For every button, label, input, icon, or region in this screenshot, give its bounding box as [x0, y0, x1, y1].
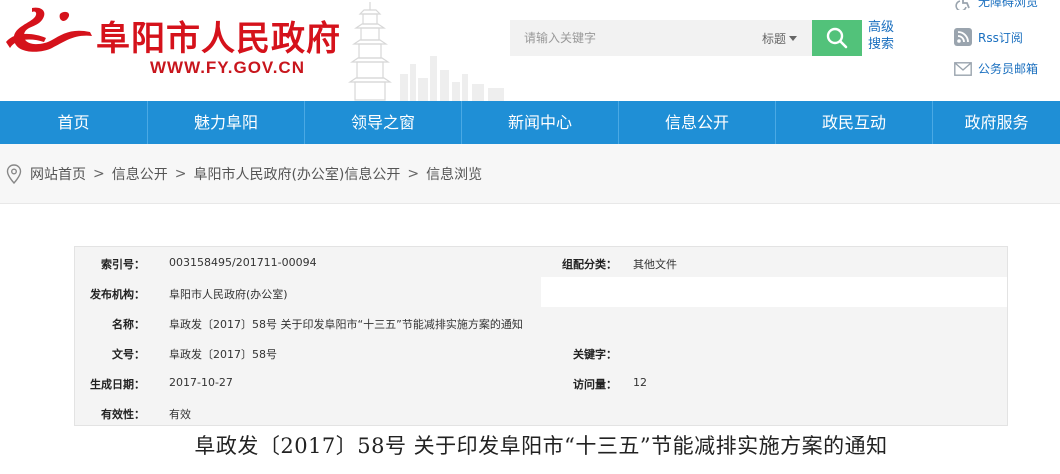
publisher-label: 发布机构： — [90, 288, 145, 301]
info-row-date: 生成日期： 2017-10-27 访问量： 12 — [75, 367, 1007, 397]
main-nav: 首页 魅力阜阳 领导之窗 新闻中心 信息公开 政民互动 政府服务 — [0, 101, 1060, 144]
category-value: 其他文件 — [633, 258, 677, 271]
rss-link[interactable]: Rss订阅 — [954, 28, 1023, 46]
advanced-search-link[interactable]: 高级搜索 — [868, 19, 902, 53]
nav-item-charm-fuyang[interactable]: 魅力阜阳 — [148, 101, 305, 144]
breadcrumb: 网站首页 > 信息公开 > 阜阳市人民政府(办公室)信息公开 > 信息浏览 — [0, 144, 1060, 204]
rss-icon — [954, 28, 972, 46]
breadcrumb-separator: > — [174, 165, 187, 182]
visits-value: 12 — [633, 376, 647, 389]
accessibility-icon — [955, 0, 970, 10]
site-url: WWW.FY.GOV.CN — [150, 58, 305, 77]
chevron-down-icon — [789, 36, 798, 41]
breadcrumb-separator: > — [407, 165, 420, 182]
staff-mail-link[interactable]: 公务员邮箱 — [954, 60, 1038, 77]
logo-emblem-icon — [6, 7, 92, 52]
location-pin-icon — [6, 163, 22, 184]
search-scope-select[interactable]: 标题 — [762, 30, 798, 47]
docno-value: 阜政发〔2017〕58号 — [169, 348, 277, 361]
nav-item-news[interactable]: 新闻中心 — [462, 101, 619, 144]
accessibility-link[interactable]: 无障碍浏览 — [954, 0, 1038, 10]
search-icon — [826, 27, 848, 49]
nav-item-leaders[interactable]: 领导之窗 — [305, 101, 462, 144]
nav-item-gov-services[interactable]: 政府服务 — [933, 101, 1060, 144]
breadcrumb-separator: > — [93, 165, 105, 182]
site-logo[interactable]: 阜阳市人民政府 WWW.FY.GOV.CN — [0, 0, 504, 101]
breadcrumb-home[interactable]: 网站首页 — [30, 164, 86, 184]
search-scope-label: 标题 — [762, 32, 787, 46]
search-input[interactable] — [510, 20, 750, 56]
skyline-illustration — [400, 56, 504, 101]
validity-value: 有效 — [169, 408, 191, 421]
breadcrumb-info-disclosure[interactable]: 信息公开 — [112, 164, 168, 184]
accessibility-label: 无障碍浏览 — [978, 0, 1039, 9]
info-row-name: 名称： 阜政发〔2017〕58号 关于印发阜阳市“十三五”节能减排实施方案的通知 — [75, 307, 1007, 337]
mail-icon — [954, 61, 972, 76]
info-row-publisher: 发布机构： 阜阳市人民政府(办公室) — [75, 277, 1007, 307]
index-label: 索引号： — [101, 258, 145, 271]
docno-label: 文号： — [112, 348, 145, 361]
staff-mail-label: 公务员邮箱 — [978, 62, 1039, 76]
article-title: 阜政发〔2017〕58号 关于印发阜阳市“十三五”节能减排实施方案的通知 — [194, 434, 888, 458]
visits-label: 访问量： — [573, 378, 617, 391]
validity-label: 有效性： — [101, 408, 145, 421]
rss-label: Rss订阅 — [978, 30, 1023, 45]
info-row-validity: 有效性： 有效 — [75, 397, 1007, 427]
category-label: 组配分类： — [562, 258, 617, 271]
date-label: 生成日期： — [90, 378, 145, 391]
info-row-index: 索引号： 003158495/201711-00094 组配分类： 其他文件 — [75, 247, 1007, 277]
search-box: 标题 — [510, 20, 812, 56]
site-header: 阜阳市人民政府 WWW.FY.GOV.CN 请输入关键字 标题 高级搜索 无障碍… — [0, 0, 1060, 101]
site-name: 阜阳市人民政府 — [96, 19, 341, 59]
search-button[interactable] — [812, 20, 862, 56]
pagoda-illustration — [348, 2, 392, 101]
nav-item-home[interactable]: 首页 — [0, 101, 148, 144]
publisher-value: 阜阳市人民政府(办公室) — [169, 288, 288, 301]
name-label: 名称： — [112, 318, 145, 331]
nav-item-info-disclosure[interactable]: 信息公开 — [619, 101, 776, 144]
name-value: 阜政发〔2017〕58号 关于印发阜阳市“十三五”节能减排实施方案的通知 — [169, 318, 523, 331]
info-row-docno: 文号： 阜政发〔2017〕58号 关键字： — [75, 337, 1007, 367]
keywords-label: 关键字： — [573, 348, 617, 361]
breadcrumb-current: 信息浏览 — [426, 166, 483, 183]
breadcrumb-gov-office[interactable]: 阜阳市人民政府(办公室)信息公开 — [193, 164, 400, 184]
index-value: 003158495/201711-00094 — [169, 256, 317, 269]
date-value: 2017-10-27 — [169, 376, 233, 389]
nav-item-interaction[interactable]: 政民互动 — [776, 101, 933, 144]
document-info-table: 索引号： 003158495/201711-00094 组配分类： 其他文件 发… — [74, 246, 1008, 426]
